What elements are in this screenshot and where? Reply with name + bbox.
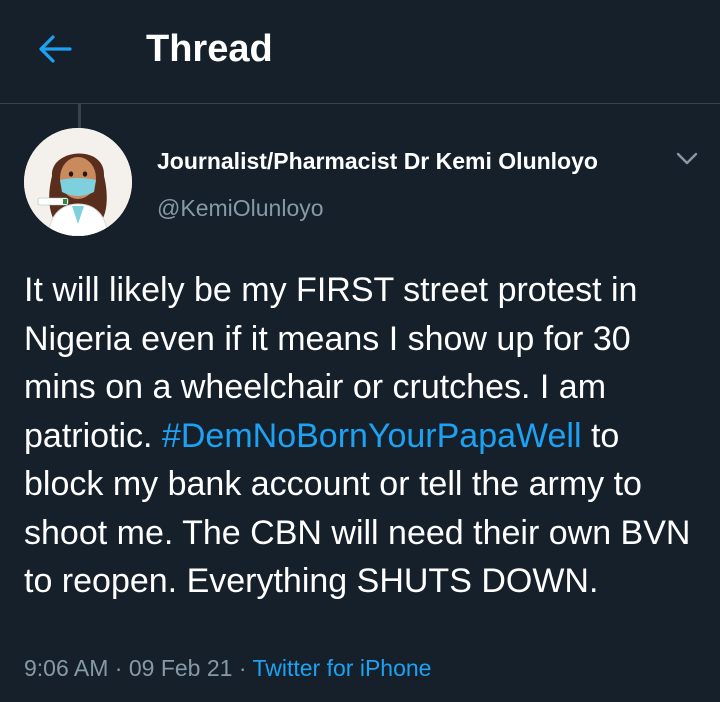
tweet-time[interactable]: 9:06 AM bbox=[24, 655, 108, 681]
author-display-name[interactable]: Journalist/Pharmacist Dr Kemi Olunloyo bbox=[157, 146, 598, 176]
meta-separator: · bbox=[114, 655, 123, 681]
chevron-down-icon bbox=[676, 152, 698, 165]
tweet-text: It will likely be my FIRST street protes… bbox=[24, 266, 704, 606]
meta-separator: · bbox=[238, 655, 247, 681]
avatar[interactable] bbox=[24, 128, 132, 236]
back-button[interactable] bbox=[34, 30, 76, 68]
hashtag-link[interactable]: #DemNoBornYourPapaWell bbox=[162, 417, 582, 455]
avatar-illustration-icon bbox=[24, 128, 132, 236]
page-title: Thread bbox=[146, 28, 273, 70]
tweet-date[interactable]: 09 Feb 21 bbox=[129, 655, 233, 681]
thread-connector-line bbox=[78, 104, 81, 128]
tweet-metadata: 9:06 AM · 09 Feb 21 · Twitter for iPhone bbox=[24, 652, 431, 684]
tweet-options-button[interactable] bbox=[672, 146, 702, 172]
top-bar: Thread bbox=[0, 0, 720, 104]
tweet-source-link[interactable]: Twitter for iPhone bbox=[252, 655, 431, 681]
author-handle[interactable]: @KemiOlunloyo bbox=[157, 193, 324, 223]
arrow-left-icon bbox=[39, 35, 72, 63]
